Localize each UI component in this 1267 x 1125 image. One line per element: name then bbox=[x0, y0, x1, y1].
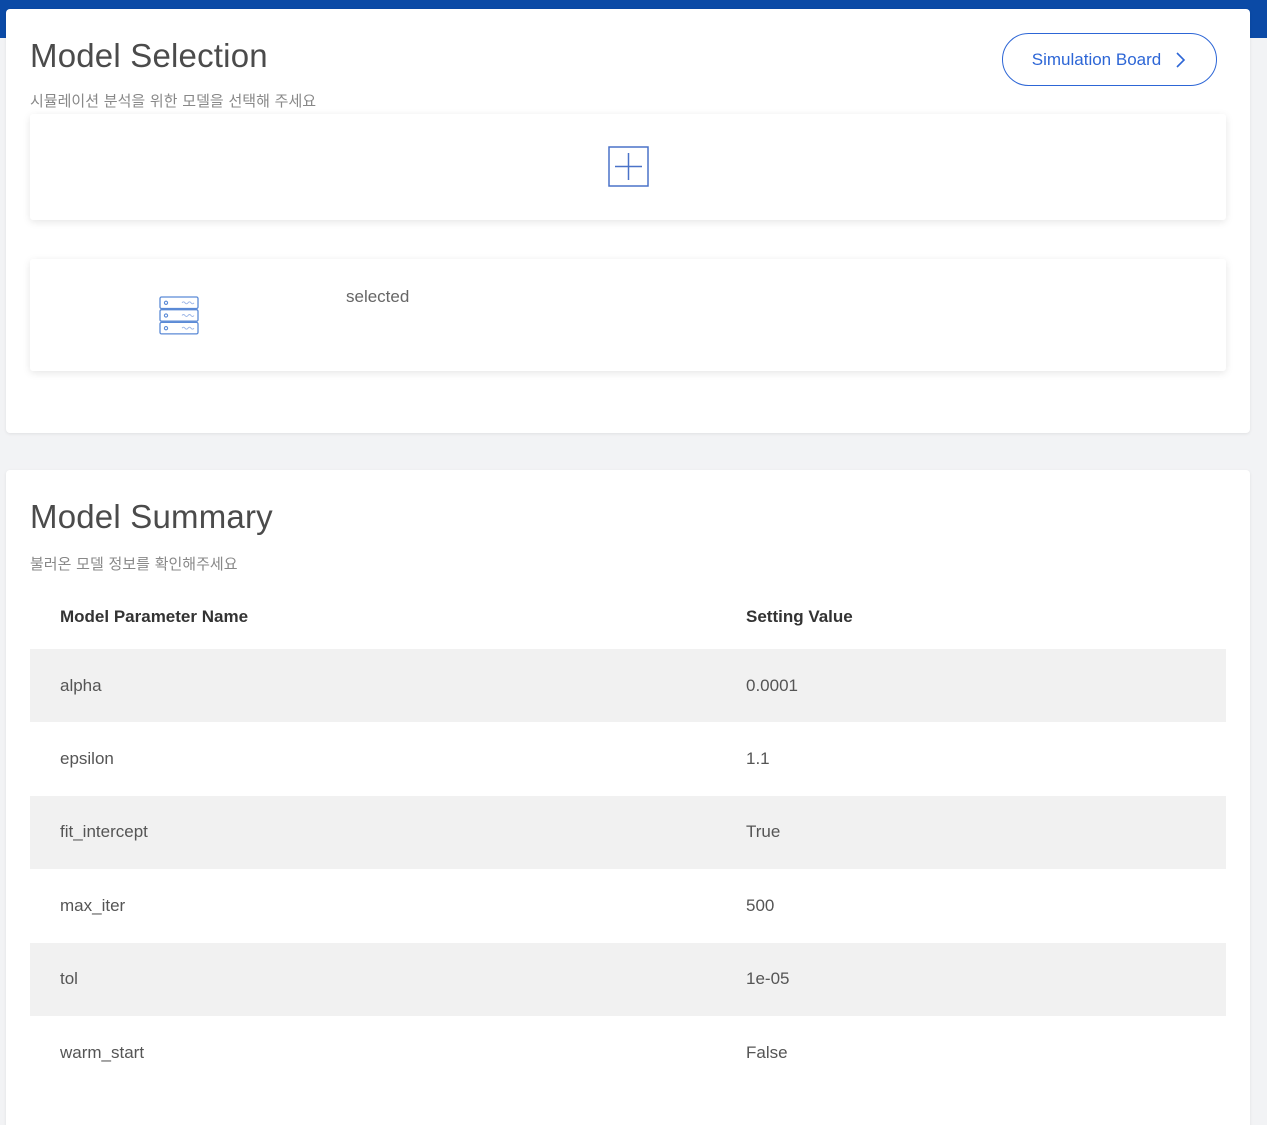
table-row: max_iter 500 bbox=[30, 869, 1226, 942]
param-name: warm_start bbox=[60, 1042, 145, 1062]
param-value: True bbox=[746, 822, 781, 842]
simulation-board-button[interactable]: Simulation Board bbox=[1002, 33, 1217, 86]
param-name: tol bbox=[60, 969, 78, 989]
table-header: Model Parameter Name Setting Value bbox=[30, 584, 1226, 649]
param-name: max_iter bbox=[60, 895, 126, 915]
param-value: 0.0001 bbox=[746, 675, 798, 695]
parameter-table: Model Parameter Name Setting Value alpha… bbox=[30, 584, 1226, 1089]
table-row: tol 1e-05 bbox=[30, 942, 1226, 1016]
page-subtitle: 시뮬레이션 분석을 위한 모델을 선택해 주세요 bbox=[30, 92, 317, 110]
column-header-name: Model Parameter Name bbox=[60, 606, 249, 626]
server-stack-icon bbox=[159, 296, 199, 335]
chevron-right-icon bbox=[1176, 51, 1186, 68]
selected-model-panel[interactable]: selected bbox=[30, 259, 1226, 371]
plus-square-icon[interactable] bbox=[608, 146, 649, 187]
table-row: epsilon 1.1 bbox=[30, 722, 1226, 795]
param-value: 1.1 bbox=[746, 749, 770, 769]
model-status-text: selected bbox=[346, 287, 410, 306]
table-row: alpha 0.0001 bbox=[30, 649, 1226, 723]
summary-subtitle: 불러온 모델 정보를 확인해주세요 bbox=[30, 555, 238, 573]
table-row: fit_intercept True bbox=[30, 795, 1226, 870]
add-model-panel[interactable] bbox=[30, 114, 1226, 220]
simulation-board-label: Simulation Board bbox=[1031, 49, 1162, 69]
page-title: Model Selection bbox=[30, 37, 268, 74]
summary-title: Model Summary bbox=[30, 498, 273, 535]
param-value: 500 bbox=[746, 895, 775, 915]
table-row: warm_start False bbox=[30, 1016, 1226, 1089]
param-name: epsilon bbox=[60, 749, 114, 769]
param-name: fit_intercept bbox=[60, 822, 148, 842]
column-header-value: Setting Value bbox=[746, 606, 853, 626]
model-selection-card: Model Selection 시뮬레이션 분석을 위한 모델을 선택해 주세요… bbox=[6, 9, 1250, 433]
param-value: False bbox=[746, 1042, 788, 1062]
param-name: alpha bbox=[60, 675, 102, 695]
param-value: 1e-05 bbox=[746, 969, 790, 989]
model-summary-card: Model Summary 불러온 모델 정보를 확인해주세요 Model Pa… bbox=[6, 470, 1250, 1125]
